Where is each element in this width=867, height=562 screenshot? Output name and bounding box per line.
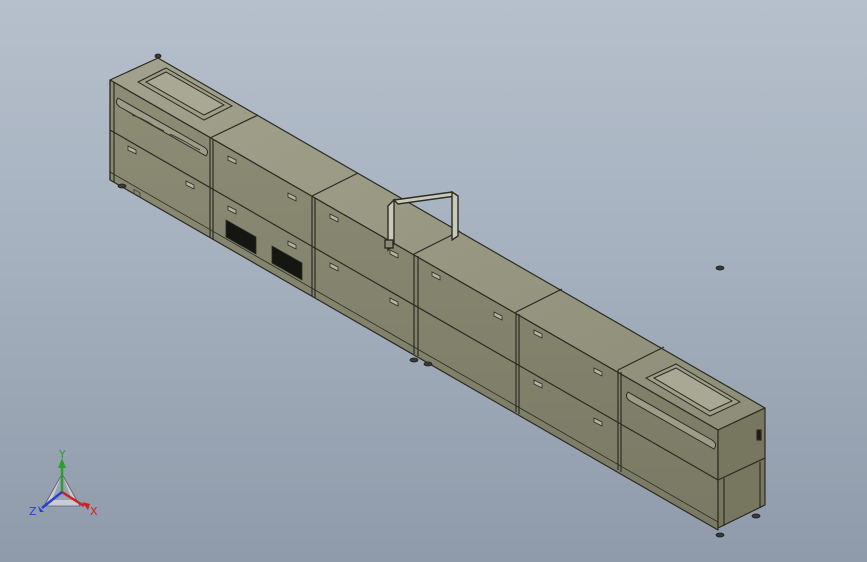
cad-viewport[interactable]: Y X Z bbox=[0, 0, 867, 562]
x-axis-label: X bbox=[90, 505, 98, 518]
orientation-triad: Y X Z bbox=[29, 448, 98, 518]
z-axis-label: Z bbox=[29, 505, 37, 518]
y-axis-label: Y bbox=[58, 448, 66, 461]
assembly-drawing: Y X Z bbox=[29, 53, 766, 538]
